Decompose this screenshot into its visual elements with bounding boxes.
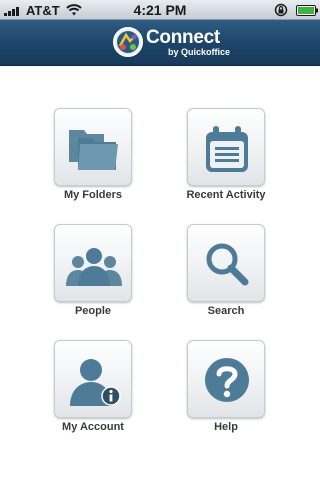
- status-time: 4:21 PM: [133, 2, 187, 18]
- my-account-button[interactable]: [54, 340, 132, 418]
- my-account-label: My Account: [62, 421, 124, 433]
- people-icon: [66, 248, 122, 286]
- folder-icon: [69, 130, 118, 170]
- rotation-lock-icon: [274, 3, 288, 17]
- my-folders-label: My Folders: [63, 189, 123, 201]
- search-button[interactable]: [187, 224, 265, 302]
- my-folders-button[interactable]: [54, 108, 132, 186]
- app-header: Connect by Quickoffice: [0, 20, 320, 66]
- people-label: People: [74, 305, 112, 317]
- magnifier-icon: [206, 243, 249, 286]
- help-button[interactable]: [187, 340, 265, 418]
- connect-logo-icon: [113, 27, 143, 57]
- help-label: Help: [214, 421, 238, 433]
- recent-activity-label: Recent Activity: [186, 189, 266, 201]
- status-bar: AT&T 4:21 PM: [0, 0, 320, 20]
- recent-activity-button[interactable]: [187, 108, 265, 186]
- battery-icon: [296, 5, 318, 16]
- user-info-icon: [70, 359, 121, 406]
- search-label: Search: [207, 305, 245, 317]
- people-button[interactable]: [54, 224, 132, 302]
- app-title: Connect: [146, 27, 220, 48]
- calendar-list-icon: [206, 126, 248, 172]
- app-subtitle: by Quickoffice: [168, 47, 231, 57]
- question-icon: [205, 358, 249, 402]
